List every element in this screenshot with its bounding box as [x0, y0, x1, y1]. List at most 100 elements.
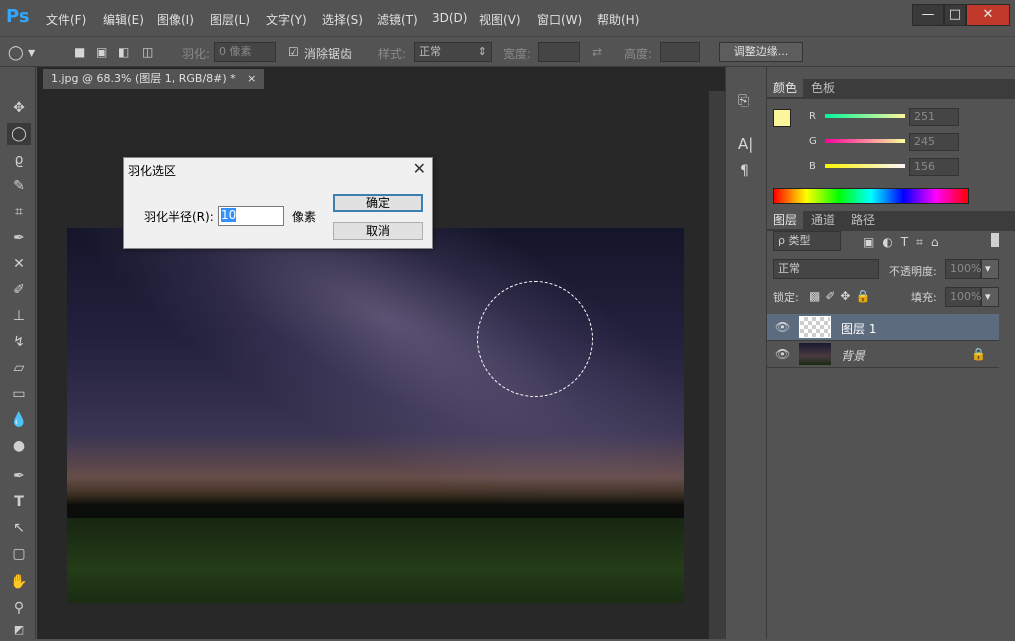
intersect-selection-icon[interactable]: ◫ — [142, 45, 153, 59]
feather-radius-input[interactable]: 10 — [218, 206, 284, 226]
visibility-eye-icon[interactable]: 👁 — [775, 320, 790, 334]
chevron-updown-icon: ⇕ — [477, 45, 487, 58]
quick-selection-icon[interactable]: ✎ — [7, 175, 31, 197]
blur-icon[interactable]: 💧 — [7, 409, 31, 431]
shape-icon[interactable]: ▢ — [7, 543, 31, 565]
feather-dialog: 羽化选区 ✕ 羽化半径(R): 10 像素 确定 取消 — [123, 157, 433, 249]
dialog-title: 羽化选区 — [128, 164, 177, 178]
pen-icon[interactable]: ✒ — [7, 465, 31, 487]
add-selection-icon[interactable]: ▣ — [96, 45, 107, 59]
new-selection-icon[interactable]: ■ — [74, 45, 85, 59]
refine-edge-button[interactable]: 调整边缘... — [719, 42, 803, 62]
layer-filter-icons[interactable]: ▣◐T⌗⌂ — [863, 235, 947, 250]
feather-radius-value: 10 — [221, 208, 237, 222]
tab-swatches[interactable]: 色板 — [805, 79, 841, 97]
layer-name: 图层 1 — [841, 322, 877, 336]
cancel-button[interactable]: 取消 — [333, 222, 423, 240]
visibility-eye-icon[interactable]: 👁 — [775, 347, 790, 361]
close-tab-icon[interactable]: × — [247, 72, 256, 85]
menu-view[interactable]: 视图(V) — [479, 11, 521, 28]
style-select[interactable]: 正常 ⇕ — [414, 42, 492, 62]
healing-brush-icon[interactable]: ✕ — [7, 253, 31, 275]
maximize-button[interactable]: □ — [944, 4, 966, 26]
tab-channels[interactable]: 通道 — [805, 211, 841, 229]
tab-color[interactable]: 颜色 — [767, 79, 804, 97]
layers-tabs: 图层 通道 路径 — [767, 211, 1015, 231]
r-slider[interactable] — [825, 114, 905, 118]
marquee-ellipse-icon[interactable]: ◯ ▾ — [8, 45, 35, 61]
gradient-icon[interactable]: ▭ — [7, 383, 31, 405]
move-tool-icon[interactable]: ✥ — [7, 97, 31, 119]
lasso-icon[interactable]: ϱ — [7, 149, 31, 171]
clone-stamp-icon[interactable]: ⊥ — [7, 305, 31, 327]
document-tab[interactable]: 1.jpg @ 68.3% (图层 1, RGB/8#) * × — [43, 69, 265, 89]
history-icon[interactable]: ⎘ — [738, 93, 749, 109]
antialias-checkbox[interactable]: ☑ — [288, 45, 299, 59]
width-input[interactable] — [538, 42, 580, 62]
b-value[interactable]: 156 — [909, 158, 959, 176]
g-slider[interactable] — [825, 139, 905, 143]
elliptical-marquee-icon[interactable]: ◯ — [7, 123, 31, 145]
tab-layers[interactable]: 图层 — [767, 211, 804, 229]
hand-icon[interactable]: ✋ — [7, 571, 31, 593]
close-icon[interactable]: ✕ — [413, 159, 426, 178]
subtract-selection-icon[interactable]: ◧ — [118, 45, 129, 59]
eyedropper-icon[interactable]: ✒ — [7, 227, 31, 249]
image-canvas[interactable] — [67, 228, 684, 603]
opacity-input[interactable]: 100% — [945, 259, 981, 279]
g-value[interactable]: 245 — [909, 133, 959, 151]
vertical-scrollbar[interactable] — [709, 91, 725, 639]
character-icon[interactable]: A| — [738, 135, 753, 153]
swap-icon[interactable]: ⇄ — [592, 45, 602, 59]
history-brush-icon[interactable]: ↯ — [7, 331, 31, 353]
zoom-icon[interactable]: ⚲ — [7, 597, 31, 619]
opacity-label: 不透明度: — [889, 265, 937, 278]
menu-help[interactable]: 帮助(H) — [597, 11, 639, 28]
menu-layer[interactable]: 图层(L) — [210, 11, 250, 28]
tab-paths[interactable]: 路径 — [845, 211, 881, 229]
height-input[interactable] — [660, 42, 700, 62]
foreground-color-swatch[interactable] — [773, 109, 791, 127]
elliptical-selection[interactable] — [477, 281, 593, 397]
document-area: 1.jpg @ 68.3% (图层 1, RGB/8#) * × — [37, 67, 725, 639]
dodge-icon[interactable]: ● — [7, 435, 31, 457]
layer-filter-select[interactable]: ρ 类型 — [773, 231, 841, 251]
layer-row[interactable]: 👁 图层 1 — [767, 314, 999, 341]
menu-file[interactable]: 文件(F) — [46, 11, 86, 28]
filter-toggle-icon[interactable] — [991, 233, 999, 247]
fill-dropdown-icon[interactable]: ▾ — [981, 287, 999, 307]
blend-mode-select[interactable]: 正常 — [773, 259, 879, 279]
close-window-button[interactable]: ✕ — [966, 4, 1010, 26]
brush-icon[interactable]: ✐ — [7, 279, 31, 301]
menu-select[interactable]: 选择(S) — [322, 11, 363, 28]
feather-input[interactable]: 0 像素 — [214, 42, 276, 62]
eraser-icon[interactable]: ▱ — [7, 357, 31, 379]
toolbox: ✥ ◯ ϱ ✎ ⌗ ✒ ✕ ✐ ⊥ ↯ ▱ ▭ 💧 ● ✒ T ↖ ▢ ✋ ⚲ … — [0, 67, 36, 639]
opacity-dropdown-icon[interactable]: ▾ — [981, 259, 999, 279]
ok-button[interactable]: 确定 — [333, 194, 423, 212]
width-label: 宽度: — [503, 47, 532, 61]
type-tool-icon[interactable]: T — [7, 491, 31, 513]
menu-image[interactable]: 图像(I) — [157, 11, 194, 28]
b-label: B — [809, 161, 816, 172]
crop-icon[interactable]: ⌗ — [7, 201, 31, 223]
fill-input[interactable]: 100% — [945, 287, 981, 307]
lock-icons[interactable]: ▩✐✥🔒 — [809, 289, 875, 303]
menu-edit[interactable]: 编辑(E) — [103, 11, 144, 28]
options-bar: ◯ ▾ ■ ▣ ◧ ◫ 羽化: 0 像素 ☑ 消除锯齿 样式: 正常 ⇕ 宽度: … — [0, 36, 1015, 67]
minimize-button[interactable]: — — [912, 4, 944, 26]
menu-type[interactable]: 文字(Y) — [266, 11, 307, 28]
path-selection-icon[interactable]: ↖ — [7, 517, 31, 539]
right-panels: 颜色 色板 R 251 G 245 B 156 图层 通道 路径 ρ 类型 ▣◐… — [767, 67, 1015, 639]
layer-row[interactable]: 👁 背景 🔒 — [767, 341, 999, 368]
b-slider[interactable] — [825, 164, 905, 168]
color-swap-icon[interactable]: ◩ — [7, 619, 31, 641]
color-tabs: 颜色 色板 — [767, 79, 1015, 99]
paragraph-icon[interactable]: ¶ — [740, 163, 749, 179]
menu-filter[interactable]: 滤镜(T) — [377, 11, 418, 28]
menu-window[interactable]: 窗口(W) — [537, 11, 582, 28]
grass-field — [67, 518, 684, 603]
color-spectrum[interactable] — [773, 188, 969, 204]
menu-3d[interactable]: 3D(D) — [432, 11, 467, 25]
r-value[interactable]: 251 — [909, 108, 959, 126]
